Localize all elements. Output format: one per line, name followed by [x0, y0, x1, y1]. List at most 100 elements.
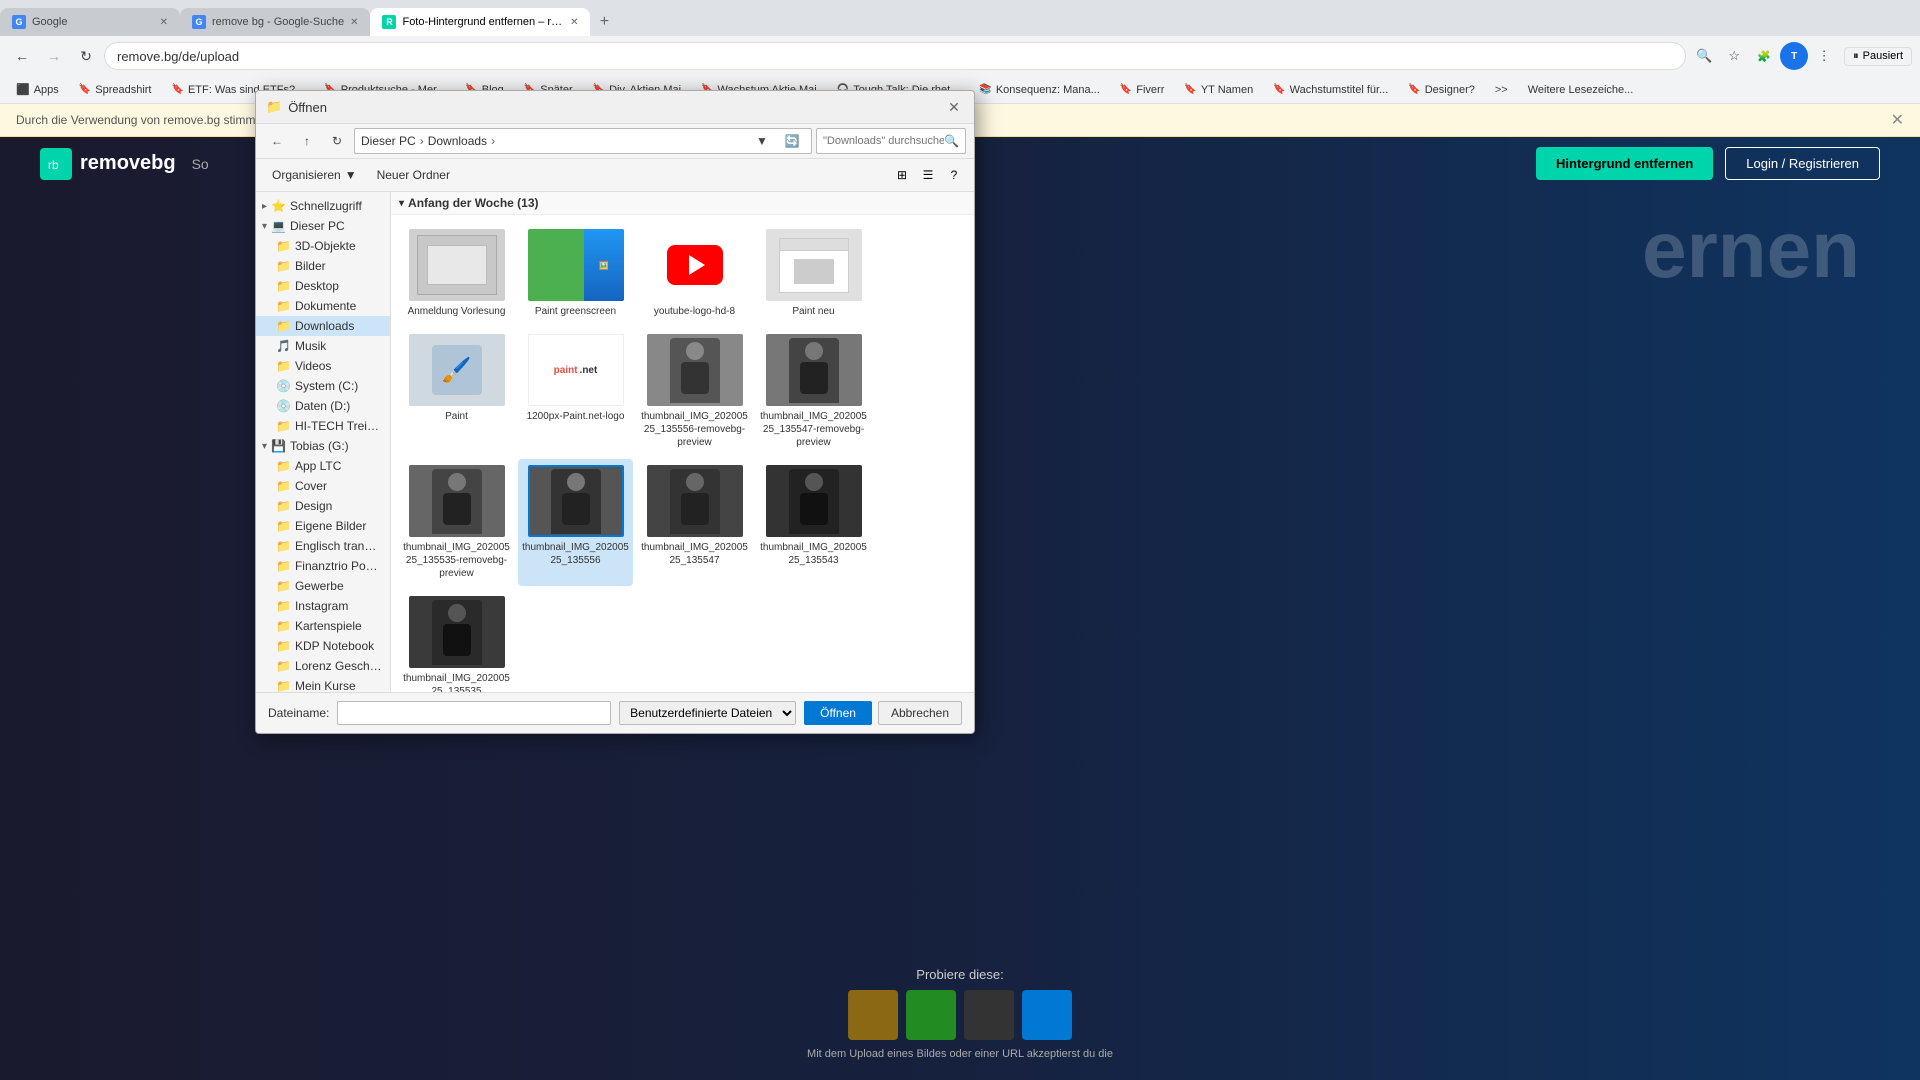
- thumb-paint-neu: [766, 229, 862, 301]
- dialog-close-button[interactable]: ✕: [944, 97, 964, 117]
- address-input[interactable]: remove.bg/de/upload: [104, 42, 1686, 70]
- bookmark-weitere[interactable]: Weitere Lesezeiche...: [1520, 82, 1642, 98]
- section-header-anfang[interactable]: ▾ Anfang der Woche (13): [391, 192, 974, 215]
- pause-button[interactable]: ⏸ Pausiert: [1844, 47, 1912, 66]
- dialog-recent-button[interactable]: ↻: [324, 128, 350, 154]
- dialog-back-button[interactable]: ←: [264, 128, 290, 154]
- breadcrumb-downloads[interactable]: Downloads: [428, 134, 487, 148]
- file-paint[interactable]: 🖌️ Paint: [399, 328, 514, 455]
- filename-input[interactable]: [337, 701, 611, 725]
- file-anmeldung[interactable]: Anmeldung Vorlesung: [399, 223, 514, 324]
- hitech-label: HI-TECH Treiber: [295, 419, 382, 433]
- view-details-button[interactable]: ☰: [916, 163, 940, 187]
- breadcrumb-dropdown[interactable]: ▼: [749, 128, 775, 154]
- login-button[interactable]: Login / Registrieren: [1725, 147, 1880, 180]
- star-icon[interactable]: ☆: [1720, 42, 1748, 70]
- tab-3-close[interactable]: ✕: [570, 17, 578, 28]
- file-thumb-11[interactable]: thumbnail_IMG_202005 25_135547: [637, 459, 752, 586]
- file-grid-anfang: Anmeldung Vorlesung 🖼️ Paint greenscreen: [391, 215, 974, 692]
- bookmarks-more-button[interactable]: >>: [1487, 82, 1516, 98]
- file-thumb-removebg-1[interactable]: thumbnail_IMG_202005 25_135556-removebg-…: [637, 328, 752, 455]
- sidebar-downloads[interactable]: 📁 Downloads: [256, 316, 390, 336]
- sidebar-app-ltc[interactable]: 📁 App LTC: [256, 456, 390, 476]
- tab-1-close[interactable]: ✕: [160, 17, 168, 28]
- cookie-close[interactable]: ✕: [1891, 110, 1904, 130]
- sidebar-bilder[interactable]: 📁 Bilder: [256, 256, 390, 276]
- filetype-select[interactable]: Benutzerdefinierte Dateien: [619, 701, 796, 725]
- file-thumb-13[interactable]: thumbnail_IMG_202005 25_135535: [399, 590, 514, 692]
- file-paintnet[interactable]: paint .net 1200px-Paint.net-logo: [518, 328, 633, 455]
- musik-icon: 🎵: [276, 339, 291, 353]
- bookmark-designer[interactable]: 🔖 Designer?: [1400, 82, 1483, 98]
- organize-button[interactable]: Organisieren ▼: [264, 166, 365, 184]
- tab-2[interactable]: G remove bg - Google-Suche ✕: [180, 8, 370, 36]
- sidebar-eigene-bilder[interactable]: 📁 Eigene Bilder: [256, 516, 390, 536]
- bookmark-fiverr[interactable]: 🔖 Fiverr: [1112, 82, 1173, 98]
- downloads-label: Downloads: [295, 319, 382, 333]
- file-youtube[interactable]: youtube-logo-hd-8: [637, 223, 752, 324]
- try-img-2[interactable]: [906, 990, 956, 1040]
- sidebar-tobias-g[interactable]: ▾ 💾 Tobias (G:): [256, 436, 390, 456]
- sidebar-kartenspiele[interactable]: 📁 Kartenspiele: [256, 616, 390, 636]
- dialog-search-bar[interactable]: 🔍: [816, 128, 966, 154]
- tab-2-close[interactable]: ✕: [350, 17, 358, 28]
- sidebar-daten-d[interactable]: 💿 Daten (D:): [256, 396, 390, 416]
- sidebar-system-c[interactable]: 💿 System (C:): [256, 376, 390, 396]
- bookmark-apps[interactable]: ⬛ Apps: [8, 81, 67, 98]
- tab-1[interactable]: G Google ✕: [0, 8, 180, 36]
- file-thumb-removebg-2[interactable]: thumbnail_IMG_202005 25_135547-removebg-…: [756, 328, 871, 455]
- sidebar-finanztrio[interactable]: 📁 Finanztrio Podca...: [256, 556, 390, 576]
- dialog-search-input[interactable]: [823, 135, 944, 147]
- file-thumb-removebg-3[interactable]: thumbnail_IMG_202005 25_135535-removebg-…: [399, 459, 514, 586]
- search-icon[interactable]: 🔍: [1690, 42, 1718, 70]
- file-paint-neu[interactable]: Paint neu: [756, 223, 871, 324]
- new-tab-button[interactable]: +: [590, 8, 618, 36]
- sidebar-englisch[interactable]: 📁 Englisch translat...: [256, 536, 390, 556]
- dialog-refresh-button[interactable]: 🔄: [779, 128, 805, 154]
- bookmark-wachstumstitel[interactable]: 🔖 Wachstumstitel für...: [1265, 82, 1396, 98]
- sidebar-dieser-pc[interactable]: ▾ 💻 Dieser PC: [256, 216, 390, 236]
- new-folder-button[interactable]: Neuer Ordner: [369, 166, 458, 184]
- view-list-button[interactable]: ⊞: [890, 163, 914, 187]
- sidebar-cover[interactable]: 📁 Cover: [256, 476, 390, 496]
- view-help-button[interactable]: ?: [942, 163, 966, 187]
- open-button[interactable]: Öffnen: [804, 701, 872, 725]
- tagline: So: [192, 156, 209, 172]
- bookmark-yt-namen[interactable]: 🔖 YT Namen: [1176, 82, 1261, 98]
- cancel-button[interactable]: Abbrechen: [878, 701, 962, 725]
- tab-3[interactable]: R Foto-Hintergrund entfernen – re... ✕: [370, 8, 590, 36]
- try-img-4[interactable]: [1022, 990, 1072, 1040]
- sidebar-desktop[interactable]: 📁 Desktop: [256, 276, 390, 296]
- back-button[interactable]: ←: [8, 42, 36, 70]
- remove-background-button[interactable]: Hintergrund entfernen: [1536, 147, 1713, 180]
- file-paint-green[interactable]: 🖼️ Paint greenscreen: [518, 223, 633, 324]
- sidebar-musik[interactable]: 🎵 Musik: [256, 336, 390, 356]
- thumb-paint-green: 🖼️: [528, 229, 624, 301]
- tobias-g-label: Tobias (G:): [290, 439, 382, 453]
- yt-namen-icon: 🔖: [1184, 84, 1196, 95]
- forward-button[interactable]: →: [40, 42, 68, 70]
- sidebar-kdp[interactable]: 📁 KDP Notebook: [256, 636, 390, 656]
- extensions-icon[interactable]: 🧩: [1750, 42, 1778, 70]
- bookmark-spreadshirt[interactable]: 🔖 Spreadshirt: [71, 82, 160, 98]
- file-thumb-12[interactable]: thumbnail_IMG_202005 25_135543: [756, 459, 871, 586]
- breadcrumb-dieser-pc[interactable]: Dieser PC: [361, 134, 416, 148]
- try-img-3[interactable]: [964, 990, 1014, 1040]
- sidebar-design[interactable]: 📁 Design: [256, 496, 390, 516]
- dialog-up-button[interactable]: ↑: [294, 128, 320, 154]
- try-img-1[interactable]: [848, 990, 898, 1040]
- sidebar-mein-kurse[interactable]: 📁 Mein Kurse: [256, 676, 390, 692]
- menu-icon[interactable]: ⋮: [1810, 42, 1838, 70]
- sidebar-hitech[interactable]: 📁 HI-TECH Treiber: [256, 416, 390, 436]
- sidebar-videos[interactable]: 📁 Videos: [256, 356, 390, 376]
- sidebar-lorenz[interactable]: 📁 Lorenz Geschenk...: [256, 656, 390, 676]
- sidebar-3d-objekte[interactable]: 📁 3D-Objekte: [256, 236, 390, 256]
- sidebar-gewerbe[interactable]: 📁 Gewerbe: [256, 576, 390, 596]
- file-thumb-selected[interactable]: thumbnail_IMG_202005 25_135556: [518, 459, 633, 586]
- sidebar-instagram[interactable]: 📁 Instagram: [256, 596, 390, 616]
- sidebar-dokumente[interactable]: 📁 Dokumente: [256, 296, 390, 316]
- profile-icon[interactable]: T: [1780, 42, 1808, 70]
- sidebar-schnellzugriff[interactable]: ▸ ⭐ Schnellzugriff: [256, 196, 390, 216]
- reload-button[interactable]: ↻: [72, 42, 100, 70]
- bookmark-konsequenz[interactable]: 📚 Konsequenz: Mana...: [971, 82, 1107, 98]
